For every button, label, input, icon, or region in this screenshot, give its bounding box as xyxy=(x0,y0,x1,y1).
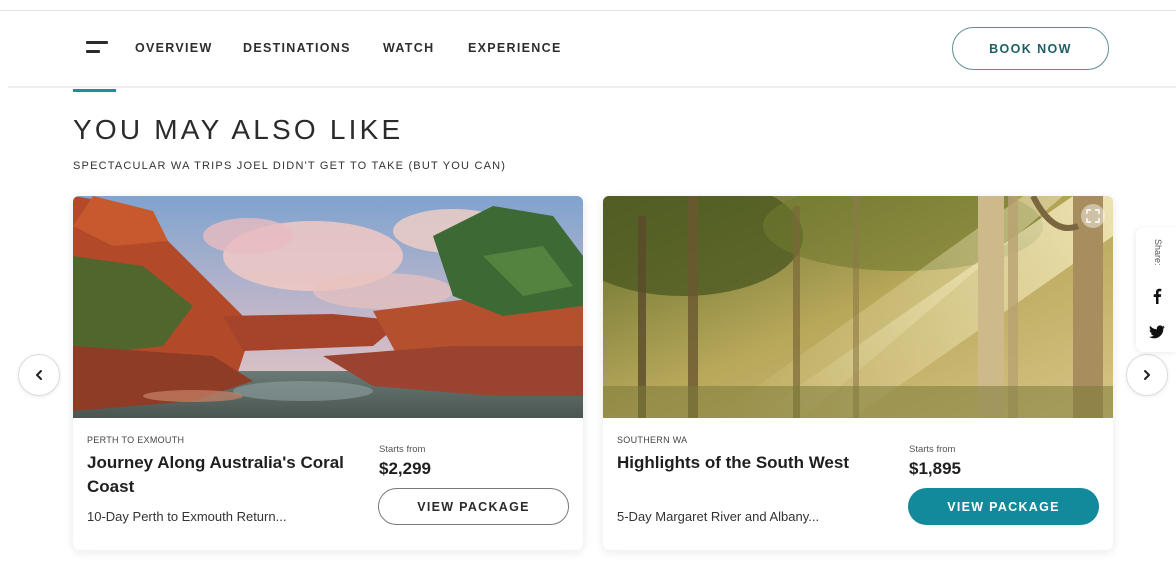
starts-from-label: Starts from xyxy=(379,444,426,455)
section-title: YOU MAY ALSO LIKE xyxy=(73,114,404,145)
nav-link-experience[interactable]: EXPERIENCE xyxy=(468,41,562,55)
section-accent-line xyxy=(73,89,116,92)
nav-divider xyxy=(8,86,1176,88)
card-image-forest[interactable] xyxy=(603,196,1113,418)
card-description: 10-Day Perth to Exmouth Return... xyxy=(87,509,287,524)
view-package-button[interactable]: VIEW PACKAGE xyxy=(908,488,1099,525)
nav-link-watch[interactable]: WATCH xyxy=(383,41,434,55)
card-image-gorge[interactable] xyxy=(73,196,583,418)
top-nav: OVERVIEW DESTINATIONS WATCH EXPERIENCE B… xyxy=(0,11,1176,86)
starts-from-label: Starts from xyxy=(909,444,956,455)
share-rail: Share: xyxy=(1136,227,1176,352)
card-price: $2,299 xyxy=(379,459,431,478)
card-region: PERTH TO EXMOUTH xyxy=(87,435,185,445)
carousel-next-button[interactable] xyxy=(1126,354,1168,396)
chevron-left-icon xyxy=(36,370,42,380)
share-label: Share: xyxy=(1153,239,1163,266)
package-card: SOUTHERN WA Highlights of the South West… xyxy=(603,196,1113,550)
carousel-prev-button[interactable] xyxy=(18,354,60,396)
nav-link-overview[interactable]: OVERVIEW xyxy=(135,41,213,55)
view-package-button[interactable]: VIEW PACKAGE xyxy=(378,488,569,525)
book-now-button[interactable]: BOOK NOW xyxy=(952,27,1109,70)
package-card: PERTH TO EXMOUTH Journey Along Australia… xyxy=(73,196,583,550)
card-description: 5-Day Margaret River and Albany... xyxy=(617,509,820,524)
card-price: $1,895 xyxy=(909,459,961,478)
section-subtitle: SPECTACULAR WA TRIPS JOEL DIDN'T GET TO … xyxy=(73,160,507,172)
expand-icon[interactable] xyxy=(1081,204,1105,228)
chevron-right-icon xyxy=(1144,370,1150,380)
hamburger-menu-icon[interactable] xyxy=(86,39,110,57)
facebook-icon[interactable] xyxy=(1148,287,1166,305)
twitter-icon[interactable] xyxy=(1148,323,1166,341)
nav-link-destinations[interactable]: DESTINATIONS xyxy=(243,41,351,55)
card-title[interactable]: Journey Along Australia's Coral Coast xyxy=(87,451,362,499)
card-title[interactable]: Highlights of the South West xyxy=(617,451,892,475)
card-region: SOUTHERN WA xyxy=(617,435,688,445)
